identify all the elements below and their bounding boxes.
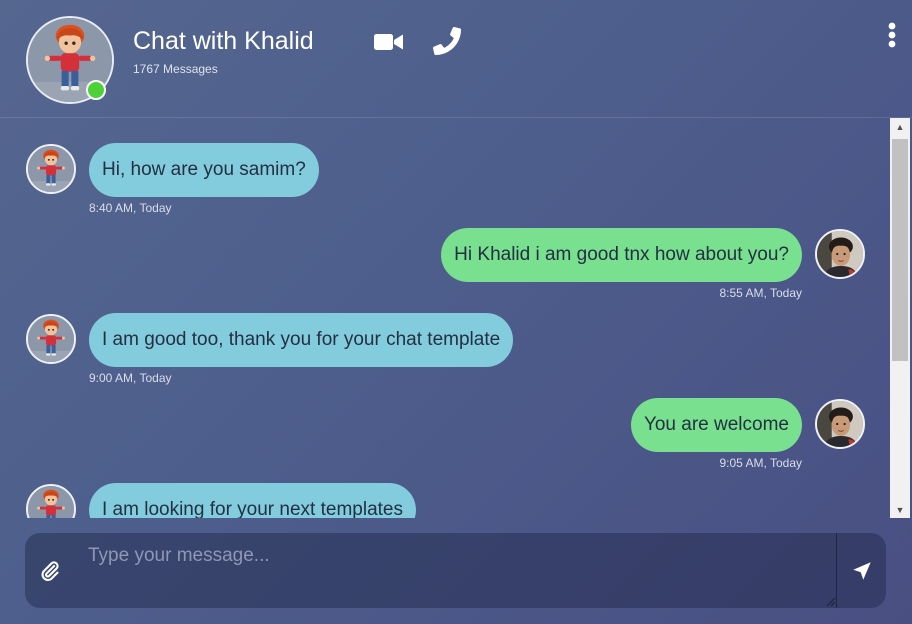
more-vertical-icon[interactable] xyxy=(884,20,900,50)
samim-avatar xyxy=(815,229,865,279)
message-composer xyxy=(25,533,886,608)
message-timestamp: 9:05 AM, Today xyxy=(719,456,803,470)
paperclip-icon xyxy=(41,560,59,581)
attach-button[interactable] xyxy=(25,533,75,608)
samim-avatar xyxy=(815,399,865,449)
message-timestamp: 9:00 AM, Today xyxy=(89,371,172,385)
message-bubble-outgoing: Hi Khalid i am good tnx how about you? xyxy=(441,228,802,282)
send-button[interactable] xyxy=(836,533,886,608)
scrollbar-thumb[interactable] xyxy=(892,139,908,361)
khalid-avatar xyxy=(26,484,76,518)
online-status-indicator xyxy=(86,80,106,100)
textarea-resize-grip-icon[interactable] xyxy=(824,595,836,607)
message-bubble-incoming: Hi, how are you samim? xyxy=(89,143,319,197)
message-list-scrollbar[interactable]: ▲ ▼ xyxy=(890,118,910,518)
phone-icon[interactable] xyxy=(431,27,463,55)
message-bubble-incoming: I am good too, thank you for your chat t… xyxy=(89,313,514,367)
message-timestamp: 8:55 AM, Today xyxy=(719,286,803,300)
send-icon xyxy=(852,561,871,580)
message-timestamp: 8:40 AM, Today xyxy=(89,201,172,215)
message-bubble-incoming: I am looking for your next templates xyxy=(89,483,416,518)
video-icon[interactable] xyxy=(373,28,405,56)
message-bubble-outgoing: You are welcome xyxy=(630,398,802,452)
chat-header: Chat with Khalid 1767 Messages xyxy=(0,0,912,118)
message-list[interactable]: Hi, how are you samim? 8:40 AM, Today Hi… xyxy=(0,118,890,518)
message-input[interactable] xyxy=(75,533,836,608)
khalid-avatar xyxy=(26,144,76,194)
khalid-avatar xyxy=(26,314,76,364)
message-count: 1767 Messages xyxy=(133,62,218,76)
scroll-up-arrow-icon[interactable]: ▲ xyxy=(890,118,910,135)
scroll-down-arrow-icon[interactable]: ▼ xyxy=(890,501,910,518)
chat-title: Chat with Khalid xyxy=(133,27,314,55)
